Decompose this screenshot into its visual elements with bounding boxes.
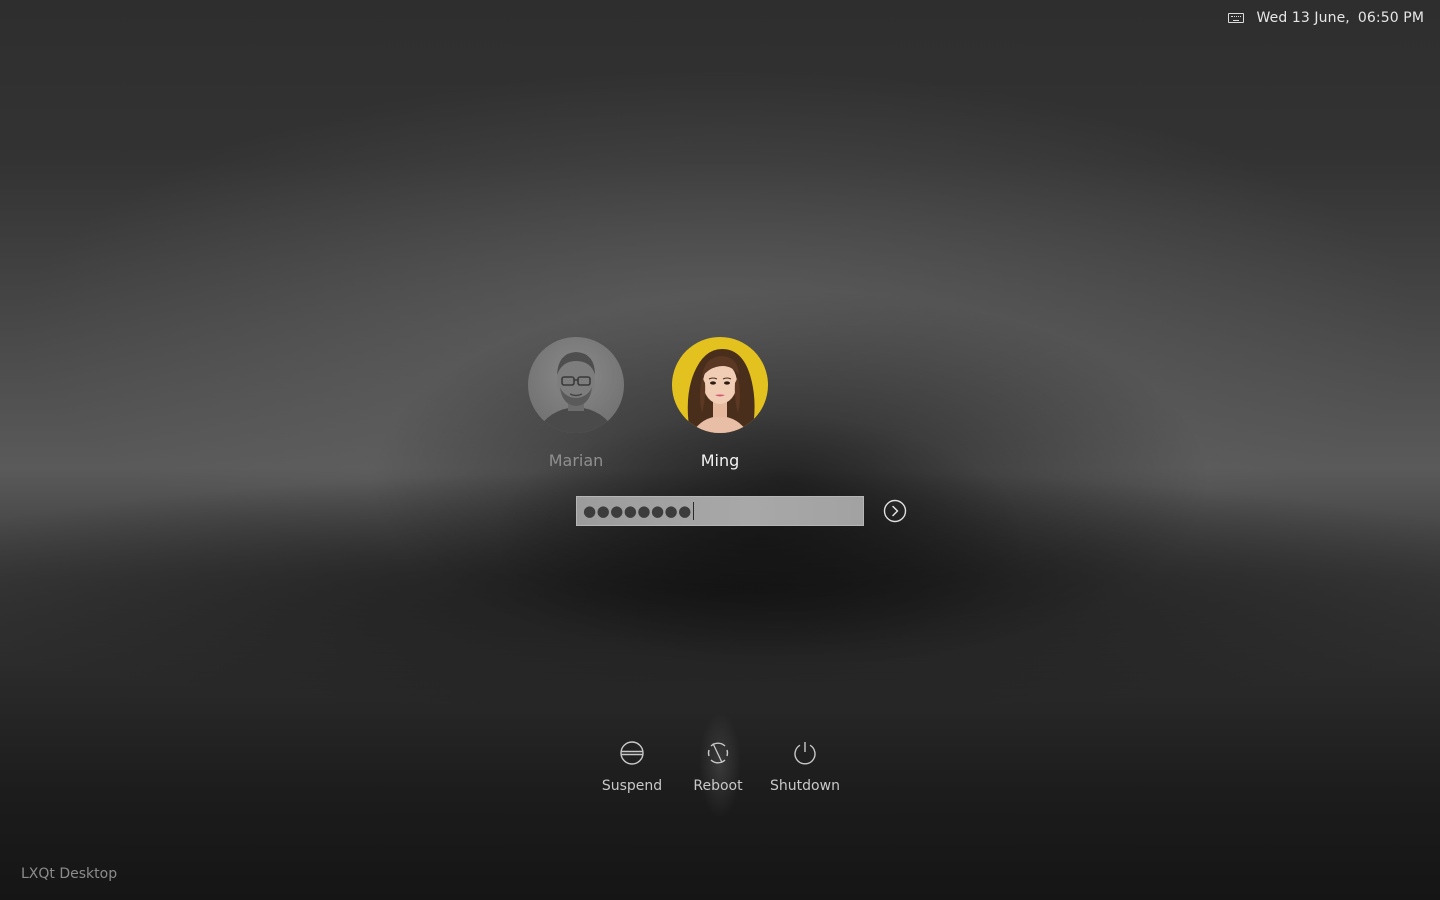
clock-date: Wed 13 June, <box>1256 10 1350 26</box>
power-icon <box>794 742 816 765</box>
avatar-marian-image <box>528 337 624 433</box>
clock: Wed 13 June, 06:50 PM <box>1256 10 1424 26</box>
power-actions: Suspend Reboot Shutdown <box>0 740 1440 810</box>
avatar-ming[interactable] <box>672 337 768 433</box>
arrow-right-circle-icon <box>883 499 907 523</box>
user-name-ming[interactable]: Ming <box>701 451 740 470</box>
reboot-button[interactable]: Reboot <box>673 740 763 794</box>
password-mask: ●●●●●●●● <box>583 502 692 520</box>
avatar-ming-image <box>672 337 768 433</box>
clock-time: 06:50 PM <box>1357 10 1424 26</box>
reboot-icon <box>707 742 729 764</box>
password-row: ●●●●●●●● <box>576 496 907 526</box>
password-input[interactable]: ●●●●●●●● <box>576 496 864 526</box>
suspend-label: Suspend <box>601 778 663 794</box>
user-marian[interactable]: Marian <box>516 337 636 470</box>
text-caret <box>692 502 694 520</box>
shutdown-button[interactable]: Shutdown <box>760 740 850 794</box>
user-ming[interactable]: Ming <box>660 337 780 470</box>
reboot-label: Reboot <box>693 778 743 794</box>
top-bar: Wed 13 June, 06:50 PM <box>1228 10 1424 26</box>
login-screen: Wed 13 June, 06:50 PM Marian Ming ●●●●●●… <box>0 0 1440 900</box>
shutdown-label: Shutdown <box>770 778 840 794</box>
avatar-marian[interactable] <box>528 337 624 433</box>
user-name-marian[interactable]: Marian <box>549 451 604 470</box>
suspend-icon <box>620 741 644 765</box>
session-selector[interactable]: LXQt Desktop <box>21 866 117 882</box>
login-submit-button[interactable] <box>883 499 907 523</box>
suspend-button[interactable]: Suspend <box>587 740 677 794</box>
keyboard-icon[interactable] <box>1228 13 1245 23</box>
